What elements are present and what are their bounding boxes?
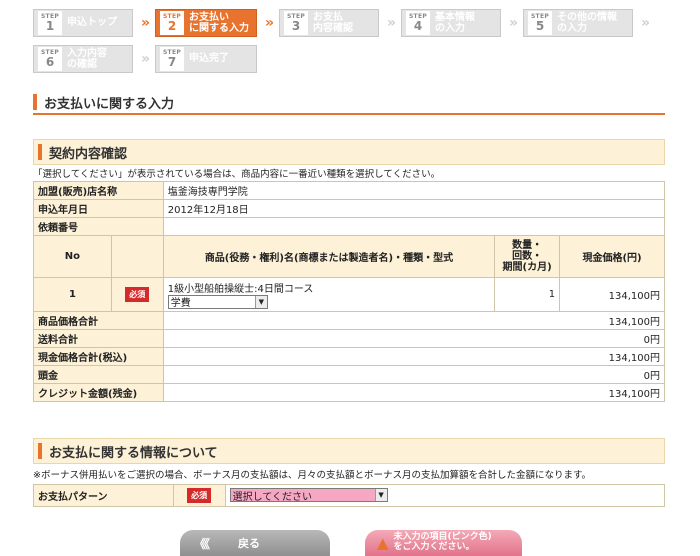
- step-6: STEP 6 入力内容 の確認: [33, 45, 133, 73]
- page-title-text: お支払いに関する入力: [44, 96, 175, 112]
- total-row: 送料合計 0円: [33, 329, 666, 348]
- payment-required-cell: 必須: [172, 484, 226, 507]
- step-row-1: STEP 1 申込トップ » STEP 2 お支払い に関する入力 » STEP 3 …: [33, 8, 683, 38]
- col-product-header: 商品(役務・権利)名(商標または製造者名)・種類・型式: [162, 235, 496, 278]
- item-price: 134,100円: [559, 277, 665, 312]
- warning-icon: ▲: [377, 533, 389, 552]
- date-row: 申込年月日 2012年12月18日: [33, 199, 666, 218]
- step-badge: STEP 3: [284, 11, 308, 35]
- payment-section-header: お支払に関する情報について: [33, 438, 665, 464]
- item-no: 1: [33, 277, 112, 312]
- request-value: [162, 217, 666, 236]
- item-qty: 1: [494, 277, 561, 312]
- store-label: 加盟(販売)店名称: [33, 181, 164, 200]
- title-accent-bar: [33, 94, 37, 110]
- payment-section-title: お支払に関する情報について: [49, 445, 218, 461]
- col-no-header: No: [33, 235, 112, 278]
- step-label: お支払 内容確認: [313, 11, 353, 35]
- chevron-down-icon: ▼: [254, 295, 267, 308]
- step-label: お支払い に関する入力: [189, 11, 249, 35]
- total-value: 134,100円: [162, 311, 666, 330]
- step-4: STEP 4 基本情報 の入力: [401, 9, 501, 37]
- total-value: 134,100円: [162, 347, 666, 366]
- chevron-down-icon: ▼: [374, 489, 387, 502]
- payment-pattern-select[interactable]: 選択してください ▼: [229, 488, 388, 503]
- step-arrow-icon: »: [140, 51, 150, 67]
- contract-section-header: 契約内容確認: [33, 139, 665, 165]
- required-badge: 必須: [187, 488, 212, 503]
- step-label: 申込完了: [189, 53, 229, 65]
- item-product-name: 1級小型船舶操縦士:4日間コース: [167, 283, 314, 295]
- date-value: 2012年12月18日: [162, 199, 666, 218]
- payment-note: ※ボーナス併用払いをご選択の場合、ボーナス月の支払額は、月々の支払額とボーナス月…: [33, 470, 592, 481]
- col-price-header: 現金価格(円): [559, 235, 665, 278]
- total-row: クレジット金額(残金) 134,100円: [33, 383, 666, 402]
- step-badge: STEP 5: [528, 11, 552, 35]
- item-required-cell: 必須: [110, 277, 164, 312]
- request-label: 依頼番号: [33, 217, 164, 236]
- total-value: 0円: [162, 365, 666, 384]
- payment-table: お支払パターン 必須 選択してください ▼: [33, 484, 666, 507]
- step-badge: STEP 1: [38, 11, 62, 35]
- item-type-select[interactable]: 学費 ▼: [167, 294, 268, 310]
- step-7: STEP 7 申込完了: [155, 45, 257, 73]
- section-accent-bar: [38, 443, 42, 459]
- payment-pattern-label: お支払パターン: [33, 484, 174, 507]
- page-title: お支払いに関する入力: [33, 91, 665, 115]
- step-2: STEP 2 お支払い に関する入力: [155, 9, 257, 37]
- total-value: 134,100円: [162, 383, 666, 402]
- payment-pattern-value: 選択してください: [232, 491, 313, 503]
- back-button[interactable]: 《《 戻る: [180, 530, 330, 556]
- contract-section-title: 契約内容確認: [49, 146, 128, 162]
- col-qty-header: 数量・ 回数・ 期間(カ月): [494, 235, 561, 278]
- total-label: 頭金: [33, 365, 164, 384]
- item-row: 1 必須 1級小型船舶操縦士:4日間コース 学費 ▼ 1 134,100円: [33, 277, 665, 312]
- missing-input-notice-button[interactable]: ▲ 未入力の項目(ピンク色) をご入力ください。: [365, 530, 522, 556]
- step-row-2: STEP 6 入力内容 の確認 » STEP 7 申込完了: [33, 44, 683, 74]
- total-row: 頭金 0円: [33, 365, 666, 384]
- date-label: 申込年月日: [33, 199, 164, 218]
- item-type-value: 学費: [170, 298, 191, 310]
- total-label: 商品価格合計: [33, 311, 164, 330]
- step-badge: STEP 7: [160, 47, 184, 71]
- store-value: 塩釜海技専門学院: [162, 181, 666, 200]
- step-arrow-icon: »: [508, 15, 518, 31]
- total-row: 現金価格合計(税込) 134,100円: [33, 347, 666, 366]
- step-indicator: STEP 1 申込トップ » STEP 2 お支払い に関する入力 » STEP 3 …: [33, 8, 683, 80]
- contract-table: 加盟(販売)店名称 塩釜海技専門学院 申込年月日 2012年12月18日 依頼番…: [33, 181, 666, 402]
- step-badge: STEP 2: [160, 11, 184, 35]
- col-required-header: [110, 235, 164, 278]
- step-arrow-icon: »: [386, 15, 396, 31]
- step-1: STEP 1 申込トップ: [33, 9, 133, 37]
- item-header-row: No 商品(役務・権利)名(商標または製造者名)・種類・型式 数量・ 回数・ 期…: [33, 235, 665, 278]
- step-label: その他の情報 の入力: [557, 11, 617, 35]
- double-chevron-left-icon: 《《: [194, 536, 210, 551]
- total-row: 商品価格合計 134,100円: [33, 311, 666, 330]
- payment-pattern-cell: 選択してください ▼: [224, 484, 666, 507]
- store-row: 加盟(販売)店名称 塩釜海技専門学院: [33, 181, 666, 200]
- total-value: 0円: [162, 329, 666, 348]
- step-badge: STEP 4: [406, 11, 430, 35]
- request-row: 依頼番号: [33, 217, 666, 236]
- step-arrow-icon: »: [140, 15, 150, 31]
- total-label: クレジット金額(残金): [33, 383, 164, 402]
- payment-pattern-row: お支払パターン 必須 選択してください ▼: [33, 484, 666, 507]
- total-label: 現金価格合計(税込): [33, 347, 164, 366]
- step-label: 基本情報 の入力: [435, 11, 475, 35]
- step-arrow-icon: »: [264, 15, 274, 31]
- step-label: 入力内容 の確認: [67, 47, 107, 71]
- step-5: STEP 5 その他の情報 の入力: [523, 9, 633, 37]
- step-arrow-icon: »: [640, 15, 650, 31]
- contract-note: 「選択してください」が表示されている場合は、商品内容に一番近い種類を選択してくだ…: [33, 169, 441, 180]
- step-3: STEP 3 お支払 内容確認: [279, 9, 379, 37]
- step-label: 申込トップ: [67, 17, 117, 29]
- item-product-cell: 1級小型船舶操縦士:4日間コース 学費 ▼: [162, 277, 496, 312]
- back-button-label: 戻る: [238, 537, 261, 550]
- required-badge: 必須: [125, 287, 150, 302]
- step-badge: STEP 6: [38, 47, 62, 71]
- notice-label: 未入力の項目(ピンク色) をご入力ください。: [393, 532, 492, 552]
- section-accent-bar: [38, 144, 42, 160]
- total-label: 送料合計: [33, 329, 164, 348]
